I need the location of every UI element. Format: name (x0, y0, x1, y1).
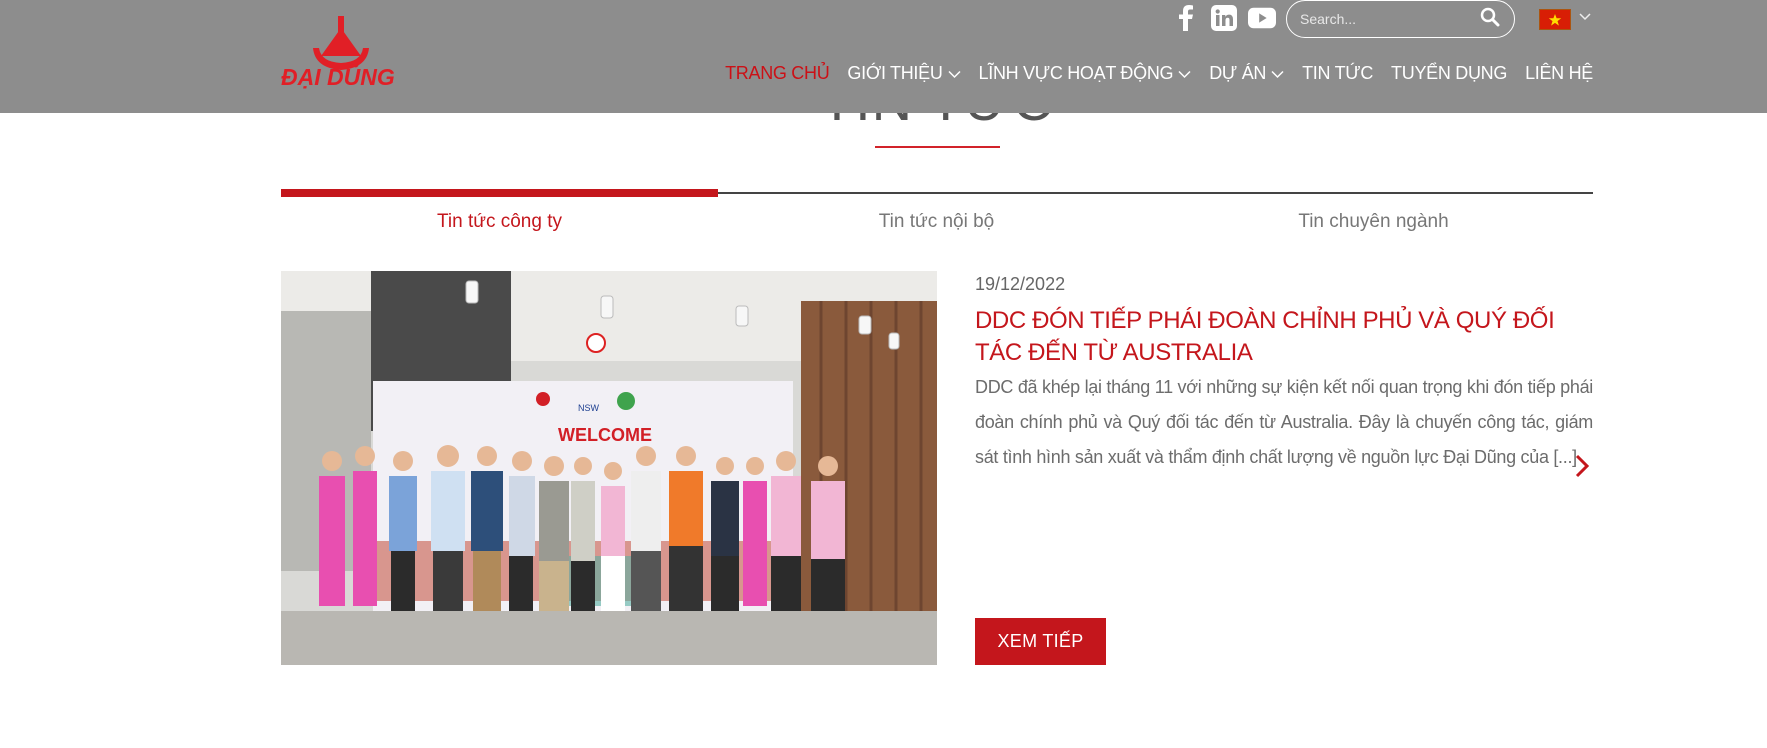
banner-welcome-text: WELCOME (558, 425, 652, 445)
banner-nsw-logo: NSW (578, 403, 600, 413)
post-image[interactable]: WELCOME NSW (281, 271, 937, 665)
post-title[interactable]: DDC ĐÓN TIẾP PHÁI ĐOÀN CHỈNH PHỦ VÀ QUÝ … (975, 305, 1595, 369)
chevron-down-icon (1271, 69, 1284, 79)
linkedin-icon[interactable] (1210, 4, 1238, 32)
nav-item-linh-vuc[interactable]: LĨNH VỰC HOẠT ĐỘNG (970, 63, 1201, 84)
post-excerpt: DDC đã khép lại tháng 11 với những sự ki… (975, 377, 1593, 467)
nav-item-lien-he[interactable]: LIÊN HỆ (1516, 63, 1593, 84)
chevron-down-icon (948, 69, 961, 79)
social-links (1172, 4, 1276, 32)
youtube-icon[interactable] (1248, 4, 1276, 32)
tab-tin-tuc-cong-ty[interactable]: Tin tức công ty (281, 211, 718, 233)
nav-item-trang-chu[interactable]: TRANG CHỦ (716, 63, 838, 84)
title-underline (875, 146, 1000, 148)
search-icon[interactable] (1480, 7, 1500, 32)
post-date: 19/12/2022 (975, 274, 1066, 294)
tab-tin-tuc-noi-bo[interactable]: Tin tức nội bộ (718, 211, 1155, 233)
vietnam-flag-icon[interactable] (1539, 9, 1571, 30)
nav-item-du-an[interactable]: DỰ ÁN (1200, 63, 1293, 84)
search-input[interactable] (1300, 11, 1480, 27)
chevron-down-icon (1178, 69, 1191, 79)
main-nav: TRANG CHỦ GIỚI THIỆU LĨNH VỰC HOẠT ĐỘNG … (716, 63, 1593, 84)
tab-tin-chuyen-nganh[interactable]: Tin chuyên ngành (1155, 211, 1592, 233)
active-tab-indicator (281, 189, 718, 197)
nav-item-tuyen-dung[interactable]: TUYỂN DỤNG (1382, 63, 1516, 84)
read-more-button[interactable]: XEM TIẾP (975, 618, 1106, 665)
search-box[interactable] (1286, 0, 1515, 38)
site-header: ĐẠI DŨNG TRANG CHỦ GIỚI THIỆU LĨNH VỰC H… (0, 0, 1767, 113)
nav-item-tin-tuc[interactable]: TIN TỨC (1293, 63, 1382, 84)
nav-item-gioi-thieu[interactable]: GIỚI THIỆU (838, 63, 969, 84)
logo-text: ĐẠI DŨNG (281, 64, 395, 90)
facebook-icon[interactable] (1172, 4, 1200, 32)
language-chevron-down-icon[interactable] (1578, 10, 1592, 29)
chevron-right-icon[interactable] (1572, 453, 1592, 479)
